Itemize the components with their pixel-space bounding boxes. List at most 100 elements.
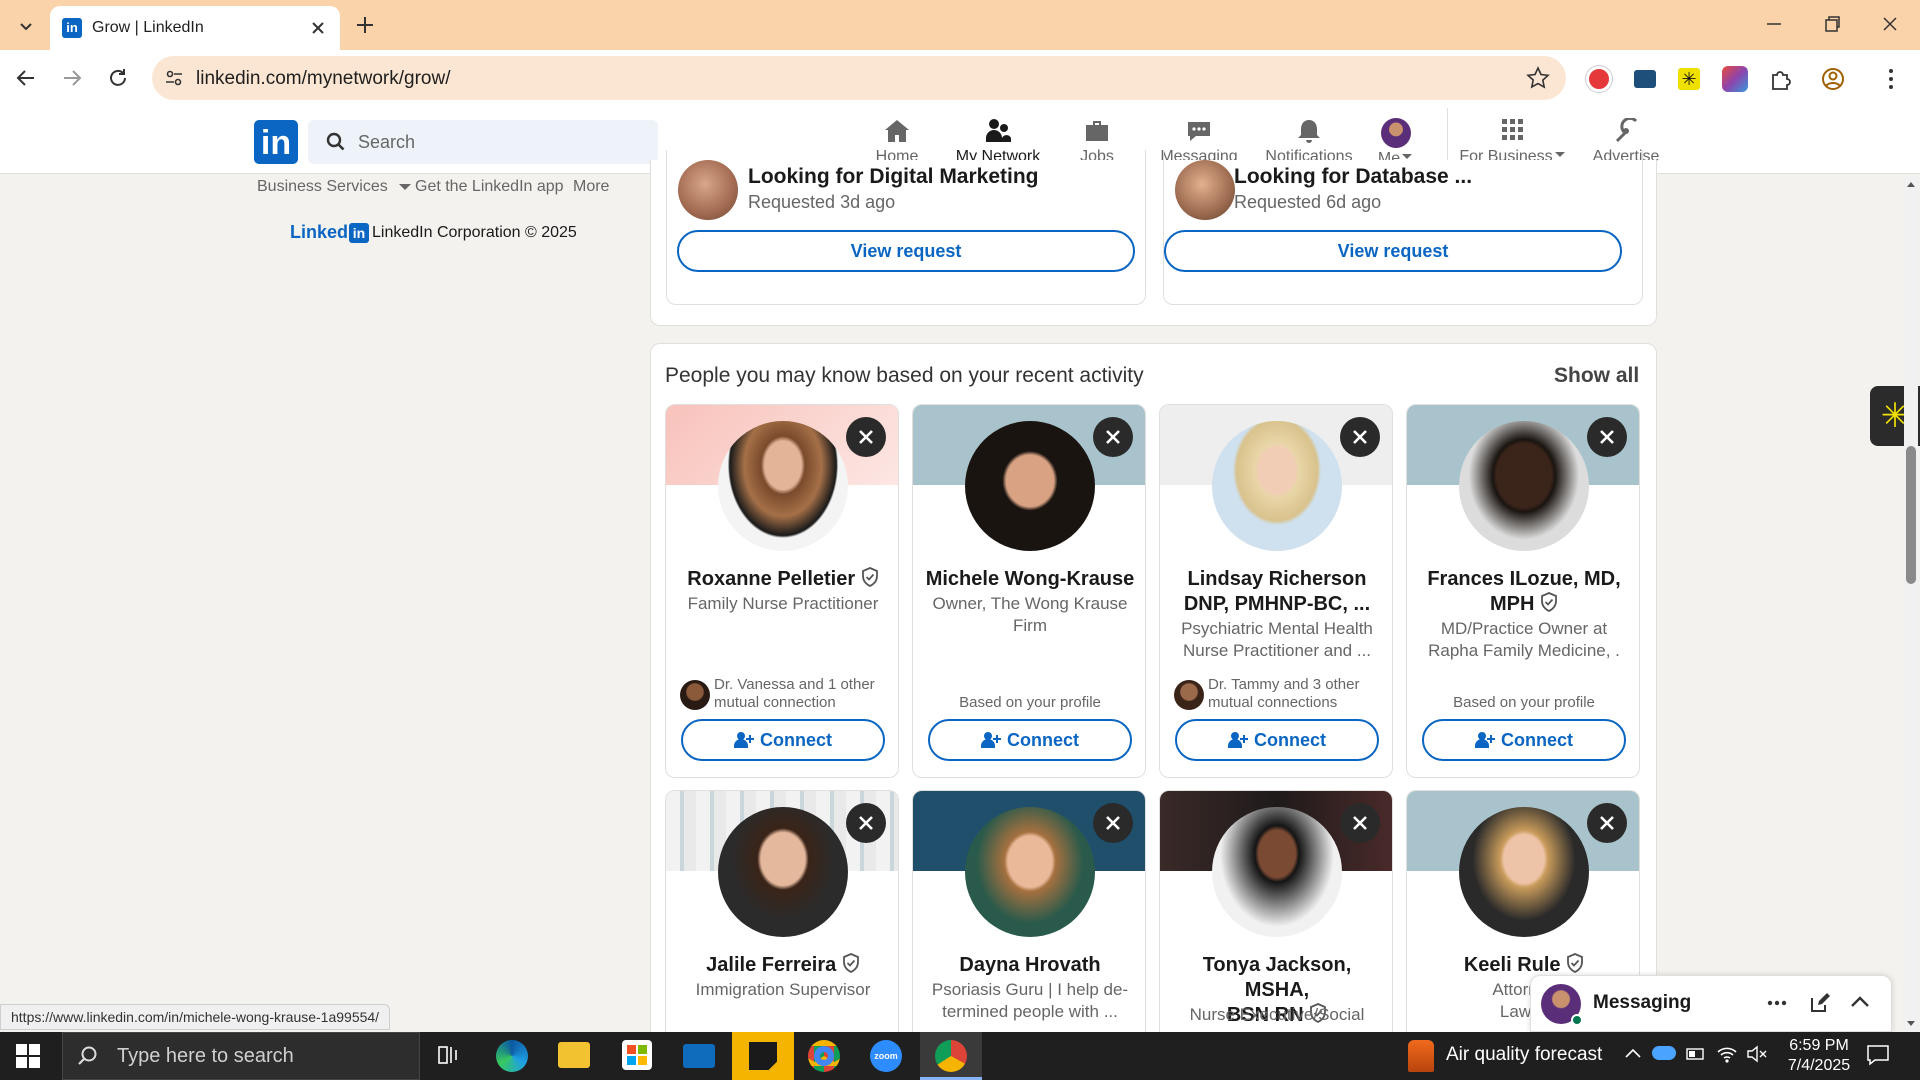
back-arrow-icon[interactable] [12, 64, 40, 92]
browser-tab-active[interactable]: in Grow | LinkedIn [50, 6, 340, 50]
advertise-icon [1615, 118, 1638, 143]
search-input[interactable]: Search [308, 120, 658, 164]
dismiss-button[interactable] [1340, 417, 1380, 457]
person-card[interactable]: Roxanne Pelletier Family Nurse Practitio… [665, 404, 899, 778]
extension-window-icon[interactable] [1634, 70, 1656, 88]
compose-icon[interactable] [1809, 992, 1831, 1014]
address-bar[interactable]: linkedin.com/mynetwork/grow/ [152, 56, 1566, 100]
view-request-button[interactable]: View request [1164, 230, 1622, 272]
view-request-button[interactable]: View request [677, 230, 1135, 272]
connect-button[interactable]: Connect [1175, 719, 1379, 761]
suggestions-title: People you may know based on your recent… [665, 364, 1144, 387]
extension-color-icon[interactable] [1722, 66, 1748, 92]
onedrive-cloud-icon[interactable] [1652, 1046, 1676, 1060]
dismiss-button[interactable] [846, 417, 886, 457]
footer-linkedin-logo: Linked in [290, 222, 370, 243]
headline-text: termined people with ... [942, 1002, 1118, 1021]
dismiss-button[interactable] [1340, 803, 1380, 843]
battery-icon[interactable] [1686, 1044, 1706, 1062]
person-name[interactable]: Dayna Hrovath [921, 953, 1139, 978]
footer-link-get-app[interactable]: Get the LinkedIn app [415, 178, 564, 196]
profile-icon[interactable] [1820, 66, 1846, 92]
person-avatar [965, 807, 1095, 937]
mutual-connections: Dr. Tammy and 3 other mutual connections [1174, 676, 1384, 712]
linkedin-logo-icon[interactable]: in [254, 120, 298, 164]
extension-pokeball-icon[interactable] [1586, 66, 1612, 92]
connect-label: Connect [1254, 729, 1326, 750]
search-icon [78, 1046, 97, 1065]
mail-icon[interactable] [683, 1044, 715, 1068]
person-headline: MD/Practice Owner at Rapha Family Medicin… [1419, 618, 1629, 662]
more-options-icon[interactable] [1767, 1000, 1787, 1006]
show-all-link[interactable]: Show all [1554, 364, 1639, 388]
extensions-puzzle-icon[interactable] [1768, 66, 1794, 92]
microsoft-store-icon[interactable] [622, 1040, 652, 1070]
page-scrollbar[interactable] [1904, 176, 1918, 1032]
person-card[interactable]: Frances ILozue, MD, MPH MD/Practice Owner… [1406, 404, 1640, 778]
verified-shield-icon [861, 567, 878, 588]
request-title[interactable]: Looking for Digital Marketing [748, 165, 1039, 189]
close-window-icon[interactable] [1880, 14, 1900, 34]
taskbar-clock[interactable]: 6:59 PM 7/4/2025 [1782, 1036, 1856, 1076]
connect-button[interactable]: Connect [928, 719, 1132, 761]
close-icon [1600, 430, 1614, 444]
dismiss-button[interactable] [1093, 803, 1133, 843]
person-card[interactable]: Dayna Hrovath Psoriasis Guru | I help de… [912, 790, 1146, 1032]
zoom-icon[interactable]: zoom [870, 1040, 902, 1072]
weather-text[interactable]: Air quality forecast [1446, 1044, 1602, 1066]
person-headline: Immigration Supervisor [695, 980, 871, 999]
dismiss-button[interactable] [1587, 417, 1627, 457]
restore-icon[interactable] [1822, 14, 1842, 34]
bookmark-star-icon[interactable] [1526, 66, 1550, 90]
sticky-notes-app[interactable] [732, 1032, 794, 1080]
person-avatar [1212, 807, 1342, 937]
person-name[interactable]: Michele Wong-Krause [921, 567, 1139, 592]
person-card[interactable]: Lindsay Richerson DNP, PMHNP-BC, ... Psyc… [1159, 404, 1393, 778]
chrome-icon[interactable] [808, 1040, 840, 1072]
dismiss-button[interactable] [1587, 803, 1627, 843]
person-name[interactable]: Frances ILozue, MD, MPH [1415, 567, 1633, 617]
me-avatar [1381, 118, 1411, 148]
extension-asterisk-icon[interactable]: ✳ [1678, 68, 1700, 90]
chrome-active-app[interactable] [920, 1032, 982, 1080]
person-name[interactable]: Roxanne Pelletier [674, 567, 892, 592]
scrollbar-thumb[interactable] [1906, 446, 1916, 584]
connect-button[interactable]: Connect [1422, 719, 1626, 761]
footer-link-business-services[interactable]: Business Services [257, 178, 414, 196]
requests-panel: Looking for Digital Marketing Requested … [650, 150, 1657, 326]
clock-time: 6:59 PM [1789, 1037, 1849, 1054]
person-name[interactable]: Lindsay Richerson DNP, PMHNP-BC, ... [1168, 567, 1386, 617]
notification-center-icon[interactable] [1866, 1044, 1890, 1066]
tab-search-button[interactable] [8, 8, 44, 44]
reload-icon[interactable] [104, 64, 132, 92]
person-card[interactable]: Jalile Ferreira Immigration Supervisor [665, 790, 899, 1032]
messaging-dock[interactable]: Messaging [1530, 975, 1892, 1032]
mutual-connections: Dr. Vanessa and 1 other mutual connection [680, 676, 890, 712]
windows-start-icon[interactable] [16, 1044, 40, 1068]
site-info-icon[interactable] [164, 68, 184, 88]
tray-chevron-up-icon[interactable] [1624, 1046, 1642, 1060]
request-title[interactable]: Looking for Database ... [1234, 165, 1472, 189]
person-name[interactable]: Jalile Ferreira [674, 953, 892, 978]
connect-button[interactable]: Connect [681, 719, 885, 761]
person-card[interactable]: Tonya Jackson, MSHA, BSN RN Nurse Executi… [1159, 790, 1393, 1032]
task-view-icon[interactable] [436, 1042, 462, 1068]
file-explorer-icon[interactable] [558, 1042, 590, 1068]
forward-arrow-icon[interactable] [58, 64, 86, 92]
dismiss-button[interactable] [1093, 417, 1133, 457]
volume-muted-icon[interactable] [1746, 1044, 1768, 1064]
dismiss-button[interactable] [846, 803, 886, 843]
person-card[interactable]: Michele Wong-Krause Owner, The Wong Krau… [912, 404, 1146, 778]
footer-link-more[interactable]: More [573, 178, 609, 196]
minimize-icon[interactable] [1764, 14, 1784, 34]
chevron-up-icon[interactable] [1849, 994, 1871, 1010]
taskbar-search-input[interactable]: Type here to search [62, 1032, 420, 1080]
headline-text: MD/Practice Owner at [1440, 619, 1608, 638]
menu-kebab-icon[interactable] [1886, 66, 1896, 92]
wifi-icon[interactable] [1716, 1044, 1738, 1064]
close-tab-icon[interactable] [308, 18, 328, 38]
headline-text: Nurse Practitioner and ... [1182, 641, 1372, 660]
edge-browser-icon[interactable] [496, 1040, 528, 1072]
weather-icon[interactable] [1408, 1040, 1434, 1072]
new-tab-icon[interactable] [352, 12, 378, 38]
